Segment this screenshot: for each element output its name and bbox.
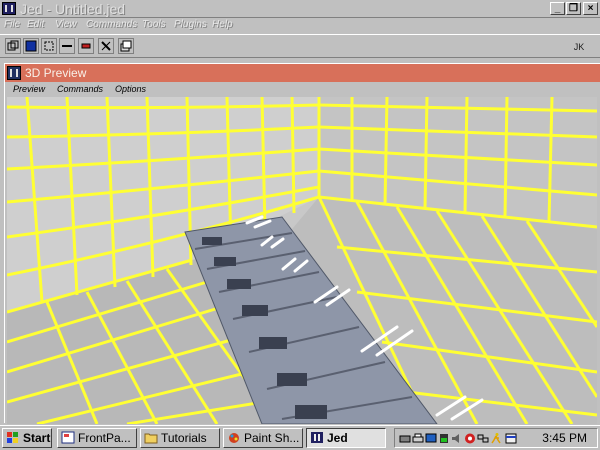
paint-shop-icon [229,433,239,443]
menu-commands[interactable]: Commands [86,19,137,30]
vent [202,237,222,245]
grid-line [423,97,429,210]
jed-icon [311,432,323,443]
preview-menu-commands[interactable]: Commands [57,84,103,94]
main-toolbar: JK [0,34,600,58]
main-menu-bar: File Edit View Commands Tools Plugins He… [0,18,600,34]
volume-icon[interactable] [451,432,463,445]
thing-tool-icon[interactable] [78,38,94,54]
sector-select-icon[interactable] [23,38,39,54]
windows-logo-icon [7,432,18,443]
start-label: Start [23,431,51,445]
vent [295,405,327,419]
frontpage-icon [61,431,75,444]
menu-edit[interactable]: Edit [27,19,44,30]
task-label: Paint Sh... [244,431,300,445]
grid-line [383,97,389,206]
vent [259,337,287,349]
cpu-meter-icon[interactable] [438,432,450,445]
system-tray: 3:45 PM [394,428,598,448]
tools-icon[interactable] [98,38,114,54]
clock: 3:45 PM [542,431,587,445]
vent [227,279,251,289]
vent [277,373,307,386]
line-tool-icon[interactable] [59,38,75,54]
folder-icon [144,433,158,444]
grid-line [503,97,509,218]
preview-menu-bar: Preview Commands Options [5,82,600,97]
vent [242,305,268,316]
menu-plugins[interactable]: Plugins [174,19,207,30]
start-button[interactable]: Start [2,428,52,448]
printer-icon[interactable] [412,432,424,445]
preview-title-bar[interactable]: 3D Preview [5,64,600,82]
network-icon[interactable] [477,432,489,445]
minimize-button[interactable]: _ [550,2,565,15]
task-scheduler-icon[interactable] [505,432,517,445]
jed-app-icon[interactable] [2,2,16,15]
task-frontpage[interactable]: FrontPa... [57,428,137,448]
task-tutorials[interactable]: Tutorials [140,428,220,448]
antivirus-icon[interactable] [464,432,476,445]
game-mode-label: JK [573,42,585,52]
restore-button[interactable]: ❐ [566,2,581,15]
menu-help[interactable]: Help [212,19,233,30]
menu-view[interactable]: View [55,19,77,30]
preview-title: 3D Preview [25,66,87,80]
menu-file[interactable]: File [4,19,20,30]
task-label: FrontPa... [78,431,131,445]
preview-menu-options[interactable]: Options [115,84,146,94]
task-paint-shop[interactable]: Paint Sh... [223,428,303,448]
preview-window: 3D Preview Preview Commands Options [4,63,600,424]
modem-icon[interactable] [399,432,411,445]
main-window-title: Jed - Untitled.jed [20,1,126,17]
3d-scene [7,97,597,424]
runner-icon[interactable] [490,432,502,445]
taskbar: Start FrontPa... Tutorials Paint Sh... J… [0,425,600,450]
grid-line [290,97,296,214]
preview-window-icon[interactable] [7,66,21,80]
3d-viewport[interactable] [7,97,597,424]
menu-tools[interactable]: Tools [142,19,166,30]
task-jed[interactable]: Jed [306,428,386,448]
display-icon[interactable] [425,432,437,445]
preview-menu-preview[interactable]: Preview [13,84,45,94]
close-button[interactable]: × [583,2,598,15]
task-label: Jed [327,431,348,445]
task-label: Tutorials [161,431,207,445]
layers-icon[interactable] [118,38,134,54]
vent [214,257,236,266]
cube-tool-icon[interactable] [5,38,21,54]
main-title-bar[interactable]: Jed - Untitled.jed _ ❐ × [0,0,600,18]
vertex-select-icon[interactable] [41,38,57,54]
grid-line [463,97,469,214]
